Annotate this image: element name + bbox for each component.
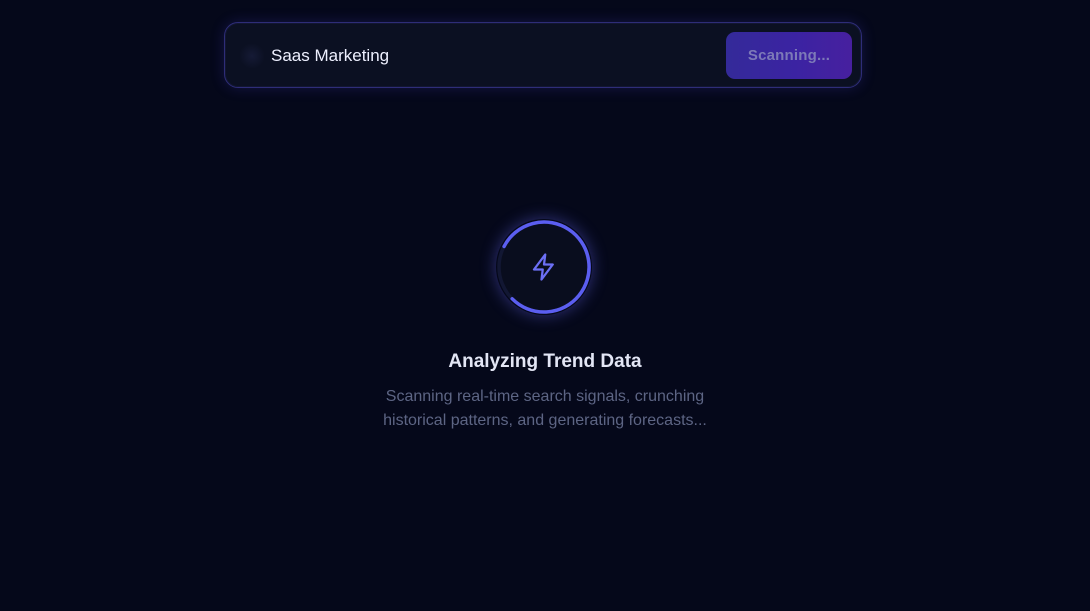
- status-description: Scanning real-time search signals, crunc…: [345, 385, 745, 433]
- scan-button[interactable]: Scanning...: [726, 32, 852, 79]
- page: Scanning... Analyzing Trend Data Scannin…: [0, 0, 1090, 611]
- search-input[interactable]: [271, 39, 711, 73]
- status-description-line: Scanning real-time search signals, crunc…: [385, 388, 705, 405]
- search-bar: Scanning...: [224, 22, 862, 88]
- loading-spinner: [496, 219, 592, 315]
- search-icon: [239, 43, 265, 69]
- bolt-icon: [532, 253, 554, 281]
- status-description-line: historical patterns, and generating fore…: [383, 412, 707, 429]
- status-title: Analyzing Trend Data: [448, 351, 642, 372]
